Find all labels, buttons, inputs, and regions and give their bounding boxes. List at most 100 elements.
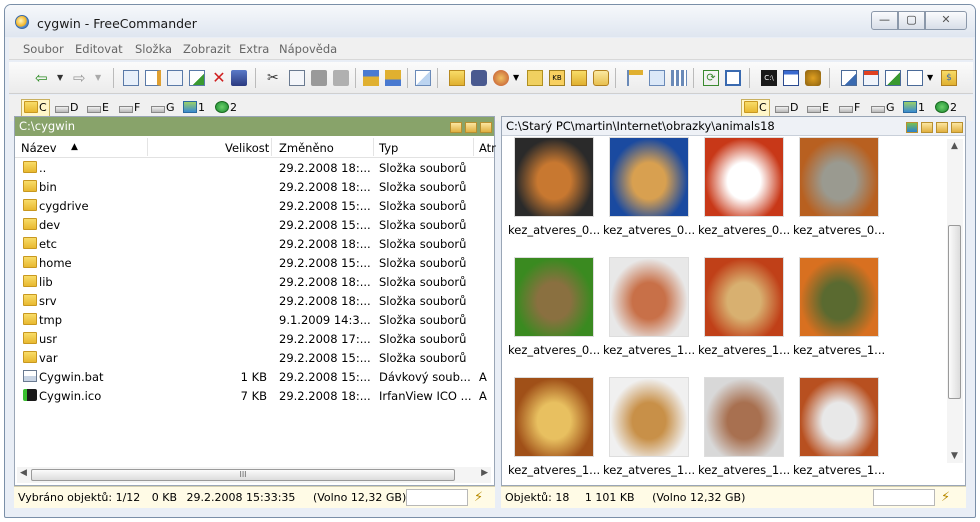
details-view-icon[interactable]	[649, 70, 665, 86]
scroll-thumb[interactable]	[948, 225, 961, 399]
right-vertical-scrollbar[interactable]: ▲ ▼	[947, 139, 963, 463]
left-drive-d[interactable]: D	[55, 100, 78, 116]
view-file-icon[interactable]	[123, 70, 139, 86]
table-row[interactable]: Cygwin.ico 7 KB 29.2.2008 18:... IrfanView …	[15, 386, 493, 405]
new-folder-icon[interactable]	[449, 70, 465, 86]
column-divider[interactable]	[473, 138, 474, 156]
back-dropdown-icon[interactable]: ▼	[57, 70, 73, 86]
paste-icon[interactable]	[311, 70, 327, 86]
paste-special-icon[interactable]	[333, 70, 349, 86]
properties-icon[interactable]	[783, 70, 799, 86]
move-file-icon[interactable]	[189, 70, 205, 86]
scroll-up-arrow-icon[interactable]: ▲	[951, 141, 958, 151]
table-row[interactable]: var 29.2.2008 15:... Složka souborů	[15, 348, 493, 367]
compare-icon[interactable]	[415, 70, 431, 86]
right-quick-filter-input[interactable]	[873, 489, 935, 506]
menu-soubor[interactable]: Soubor	[23, 42, 64, 56]
open-folder-icon[interactable]	[480, 122, 492, 133]
table-row[interactable]: srv 29.2.2008 18:... Složka souborů	[15, 291, 493, 310]
col-modified[interactable]: Změněno	[279, 141, 334, 155]
pack-icon[interactable]	[363, 70, 379, 86]
table-row[interactable]: cygdrive 29.2.2008 15:... Složka souborů	[15, 196, 493, 215]
table-row[interactable]: etc 29.2.2008 18:... Složka souborů	[15, 234, 493, 253]
notepad-icon[interactable]	[885, 70, 901, 86]
favorites-folder-icon[interactable]	[465, 122, 477, 133]
scroll-right-arrow-icon[interactable]: ▶	[481, 468, 488, 478]
minimize-button[interactable]: —	[871, 11, 898, 30]
open-folder-icon[interactable]	[951, 122, 963, 133]
right-drive-network[interactable]: 1	[903, 100, 925, 116]
right-drive-g[interactable]: G	[871, 100, 895, 116]
menu-extra[interactable]: Extra	[239, 42, 269, 56]
maximize-button[interactable]: ▢	[898, 11, 925, 30]
size-icon[interactable]: KB	[549, 70, 565, 86]
list-view-icon[interactable]	[671, 70, 687, 86]
left-drive-network[interactable]: 1	[183, 100, 205, 116]
table-row[interactable]: lib 29.2.2008 18:... Složka souborů	[15, 272, 493, 291]
scroll-left-arrow-icon[interactable]: ◀	[20, 468, 27, 478]
left-drive-c[interactable]: C	[21, 99, 50, 117]
table-row[interactable]: dev 29.2.2008 15:... Složka souborů	[15, 215, 493, 234]
forward-dropdown-icon[interactable]: ▼	[95, 70, 111, 86]
left-horizontal-scrollbar[interactable]: ◀ III ▶	[17, 467, 491, 483]
copy-icon[interactable]	[289, 70, 305, 86]
left-drive-e[interactable]: E	[87, 100, 109, 116]
delete-icon[interactable]: ✕	[211, 70, 227, 86]
swap-panels-icon[interactable]	[725, 70, 741, 86]
edit-icon[interactable]	[907, 70, 923, 86]
filter-icon[interactable]	[493, 70, 509, 86]
column-divider[interactable]	[271, 138, 272, 156]
unpack-icon[interactable]	[385, 70, 401, 86]
left-drive-g[interactable]: G	[151, 100, 175, 116]
right-drive-f[interactable]: F	[839, 100, 860, 116]
col-type[interactable]: Typ	[379, 141, 398, 155]
favorites-folder-icon[interactable]	[936, 122, 948, 133]
find-icon[interactable]	[231, 70, 247, 86]
history-icon[interactable]	[450, 122, 462, 133]
table-row[interactable]: tmp 9.1.2009 14:3... Složka souborů	[15, 310, 493, 329]
archive-icon[interactable]	[593, 70, 609, 86]
left-drive-ftp[interactable]: 2	[215, 100, 237, 116]
edit-file-icon[interactable]	[145, 70, 161, 86]
close-button[interactable]: ✕	[925, 11, 967, 30]
right-drive-ftp[interactable]: 2	[935, 100, 957, 116]
col-name[interactable]: Název	[21, 141, 57, 155]
back-arrow-icon[interactable]: ⇦	[35, 70, 51, 86]
quick-filter-icon[interactable]: ⚡	[941, 490, 957, 506]
right-drive-c[interactable]: C	[741, 99, 770, 117]
quick-filter-icon[interactable]: ⚡	[474, 490, 490, 506]
favorites-icon[interactable]	[527, 70, 543, 86]
menu-slozka[interactable]: Složka	[135, 42, 172, 56]
user-menu-dropdown-icon[interactable]: ▼	[927, 70, 935, 86]
table-row[interactable]: usr 29.2.2008 17:... Složka souborů	[15, 329, 493, 348]
copy-file-icon[interactable]	[167, 70, 183, 86]
dollar-icon[interactable]: $	[941, 70, 957, 86]
col-size[interactable]: Velikost	[225, 141, 269, 155]
right-drive-d[interactable]: D	[775, 100, 798, 116]
left-quick-filter-input[interactable]	[406, 489, 468, 506]
history-icon[interactable]	[921, 122, 933, 133]
right-path-bar[interactable]: C:\Starý PC\martin\Internet\obrazky\anim…	[502, 117, 965, 136]
cut-icon[interactable]: ✂	[267, 70, 283, 86]
folder-tree-icon[interactable]	[571, 70, 587, 86]
col-attr[interactable]: Atr	[479, 141, 496, 155]
left-drive-f[interactable]: F	[119, 100, 140, 116]
binoculars-icon[interactable]	[471, 70, 487, 86]
menu-editovat[interactable]: Editovat	[75, 42, 123, 56]
tree-view-icon[interactable]	[627, 70, 643, 86]
column-divider[interactable]	[373, 138, 374, 156]
table-row[interactable]: Cygwin.bat 1 KB 29.2.2008 15:... Dávkový so…	[15, 367, 493, 386]
command-prompt-icon[interactable]: C:\	[761, 70, 777, 86]
refresh-icon[interactable]: ⟳	[703, 70, 719, 86]
left-path-bar[interactable]: C:\cygwin	[15, 117, 494, 136]
app-icon[interactable]	[15, 15, 29, 29]
right-drive-e[interactable]: E	[807, 100, 829, 116]
scroll-down-arrow-icon[interactable]: ▼	[951, 451, 958, 461]
user-tools-icon[interactable]	[841, 70, 857, 86]
menu-napoveda[interactable]: Nápověda	[279, 42, 337, 56]
scroll-thumb[interactable]: III	[31, 469, 455, 481]
calendar-icon[interactable]	[863, 70, 879, 86]
forward-arrow-icon[interactable]: ⇨	[73, 70, 89, 86]
network-icon[interactable]	[906, 122, 918, 133]
table-row[interactable]: .. 29.2.2008 18:... Složka souborů	[15, 158, 493, 177]
